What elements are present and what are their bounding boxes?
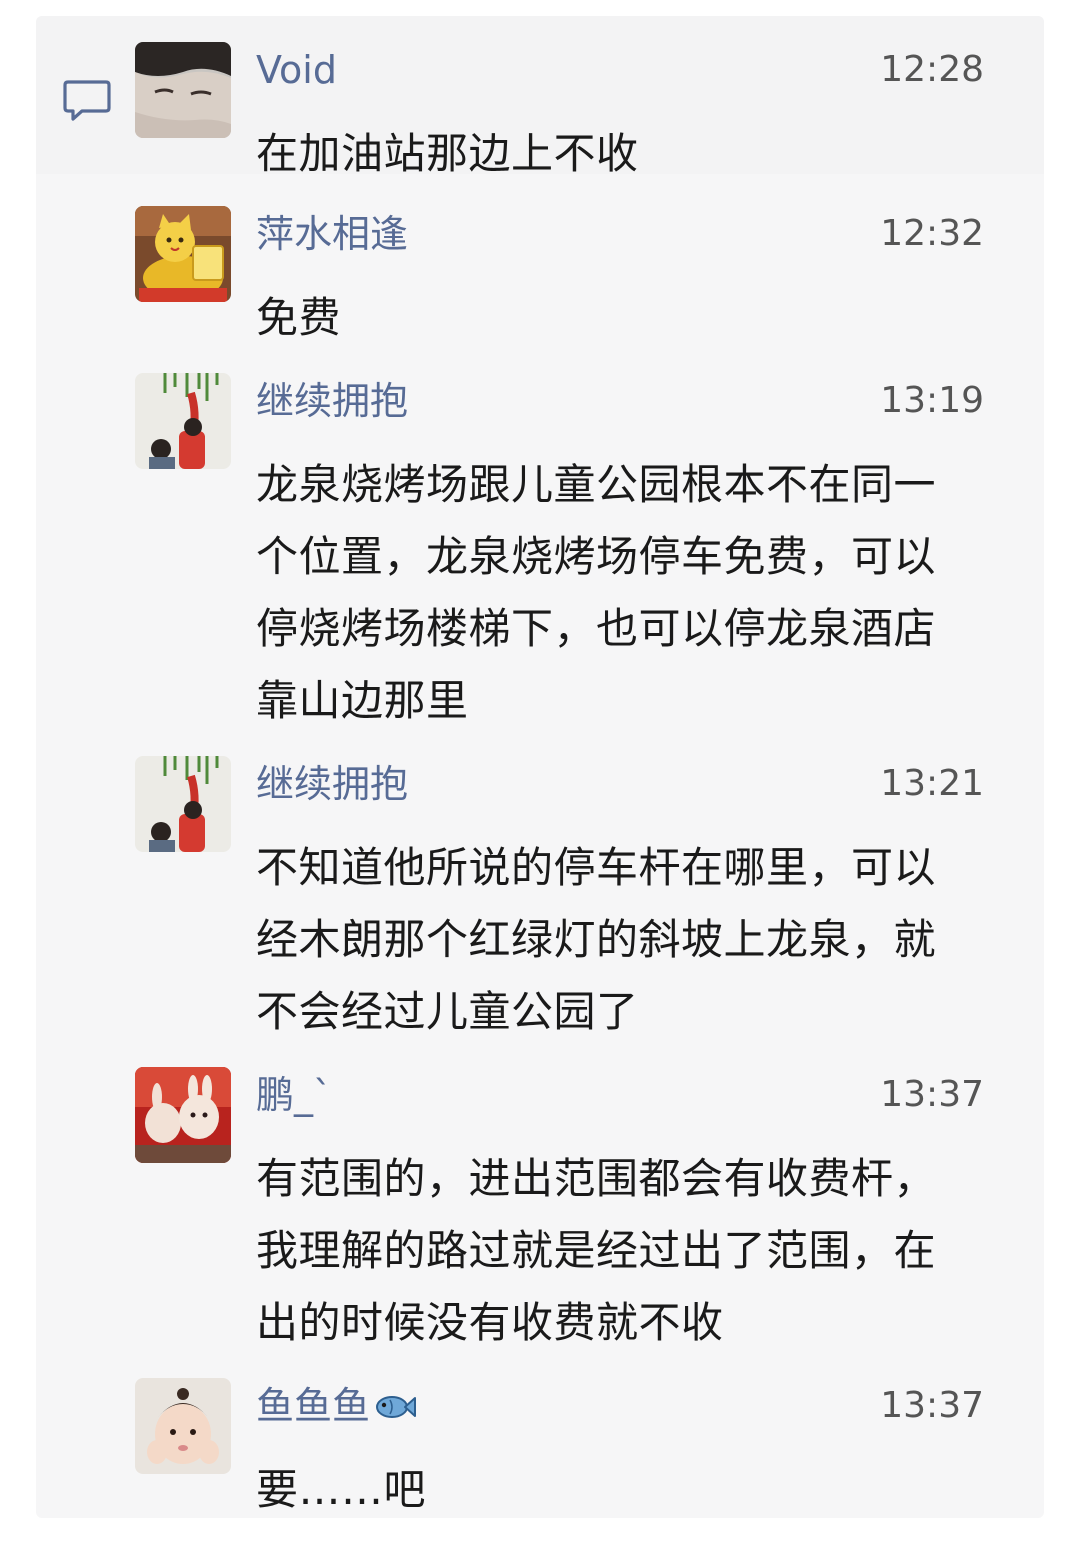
message-text: 在加油站那边上不收	[256, 118, 984, 190]
child-wall-avatar[interactable]	[135, 373, 231, 469]
message-line: 免费	[256, 293, 342, 342]
fish-emoji-icon	[374, 1385, 417, 1433]
lucky-cat-avatar[interactable]	[135, 206, 231, 302]
message-line: 靠山边那里	[256, 676, 469, 725]
rabbit-figures-avatar[interactable]	[135, 1067, 231, 1163]
message-text: 不知道他所说的停车杆在哪里，可以 经木朗那个红绿灯的斜坡上龙泉，就 不会经过儿童…	[256, 832, 984, 1048]
sender-name-text: 鱼鱼鱼	[256, 1384, 371, 1428]
message-line: 我理解的路过就是经过出了范围，在	[256, 1226, 937, 1275]
message-text: 要……吧	[256, 1454, 984, 1518]
message-line: 在加油站那边上不收	[256, 129, 639, 178]
sender-name[interactable]: Void	[256, 46, 337, 94]
message-line: 要……吧	[256, 1465, 427, 1514]
message-line: 停烧烤场楼梯下，也可以停龙泉酒店	[256, 604, 937, 653]
message-line: 龙泉烧烤场跟儿童公园根本不在同一	[256, 460, 937, 509]
sender-name[interactable]: 鱼鱼鱼	[256, 1382, 417, 1433]
message-line: 经木朗那个红绿灯的斜坡上龙泉，就	[256, 915, 937, 964]
message-line: 不知道他所说的停车杆在哪里，可以	[256, 843, 937, 892]
message-line: 不会经过儿童公园了	[256, 987, 639, 1036]
timestamp: 12:32	[880, 213, 984, 254]
message-line: 出的时候没有收费就不收	[256, 1298, 724, 1347]
message-text: 免费	[256, 282, 984, 354]
timestamp: 13:37	[880, 1074, 984, 1115]
sender-name[interactable]: 萍水相逢	[256, 210, 408, 258]
young-man-avatar[interactable]	[135, 42, 231, 138]
timestamp: 13:37	[880, 1385, 984, 1426]
child-wall-avatar[interactable]	[135, 756, 231, 852]
timestamp: 13:19	[880, 380, 984, 421]
timestamp: 12:28	[880, 49, 984, 90]
sender-name[interactable]: 鹏_`	[256, 1071, 332, 1119]
baby-avatar[interactable]	[135, 1378, 231, 1474]
message-text: 龙泉烧烤场跟儿童公园根本不在同一 个位置，龙泉烧烤场停车免费，可以 停烧烤场楼梯…	[256, 449, 984, 737]
sender-name[interactable]: 继续拥抱	[256, 760, 408, 808]
comment-panel: Void 12:28 在加油站那边上不收 萍水相逢 12:32 免费 继续拥抱 …	[36, 16, 1044, 1518]
message-line: 个位置，龙泉烧烤场停车免费，可以	[256, 532, 937, 581]
sender-name[interactable]: 继续拥抱	[256, 377, 408, 425]
timestamp: 13:21	[880, 763, 984, 804]
message-text: 有范围的，进出范围都会有收费杆， 我理解的路过就是经过出了范围，在 出的时候没有…	[256, 1143, 984, 1359]
comment-icon[interactable]	[62, 78, 112, 124]
message-line: 有范围的，进出范围都会有收费杆，	[256, 1154, 937, 1203]
